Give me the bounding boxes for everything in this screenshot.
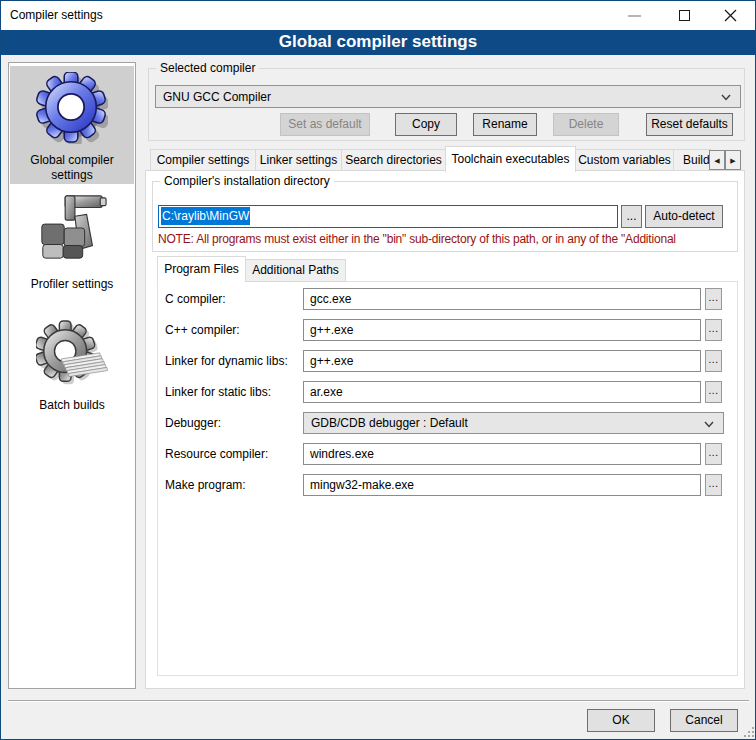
installation-directory-input[interactable]: C:\raylib\MinGW (158, 205, 618, 228)
linker-static-browse-button[interactable]: ... (705, 381, 722, 403)
debugger-select[interactable]: GDB/CDB debugger : Default (303, 412, 724, 434)
window-title: Compiler settings (10, 1, 103, 30)
set-as-default-button[interactable]: Set as default (280, 113, 370, 136)
debugger-label: Debugger: (165, 412, 301, 434)
sidebar-item-batch-builds[interactable]: Batch builds (9, 318, 135, 413)
c-compiler-label: C compiler: (165, 288, 301, 310)
cpp-compiler-browse-button[interactable]: ... (705, 319, 722, 341)
subtab-additional-paths[interactable]: Additional Paths (245, 259, 346, 282)
compiler-settings-dialog: Compiler settings Global compiler settin… (0, 0, 756, 740)
title-bar: Compiler settings (1, 1, 755, 30)
cancel-button[interactable]: Cancel (670, 709, 738, 732)
gear-stack-icon (36, 320, 108, 392)
selected-compiler-group-label: Selected compiler (156, 61, 259, 76)
dialog-header: Global compiler settings (1, 30, 755, 55)
minimize-icon (628, 15, 641, 17)
debugger-select-value: GDB/CDB debugger : Default (311, 416, 468, 430)
linker-static-input[interactable] (303, 381, 701, 403)
chevron-down-icon (704, 421, 714, 428)
c-compiler-input[interactable] (303, 288, 701, 310)
cpp-compiler-label: C++ compiler: (165, 319, 301, 341)
close-button[interactable] (715, 1, 745, 30)
maximize-button[interactable] (669, 1, 699, 30)
linker-dynamic-browse-button[interactable]: ... (705, 350, 722, 372)
footer-divider-highlight (8, 701, 749, 702)
directory-note: NOTE: All programs must exist either in … (158, 232, 724, 247)
sidebar-item-global-compiler-settings[interactable]: Global compiler settings (9, 66, 135, 184)
compiler-select[interactable]: GNU GCC Compiler (155, 85, 741, 108)
installation-directory-value: C:\raylib\MinGW (161, 207, 250, 225)
resource-compiler-input[interactable] (303, 443, 701, 465)
autodetect-button[interactable]: Auto-detect (645, 205, 723, 228)
tab-compiler-settings[interactable]: Compiler settings (150, 149, 256, 171)
sidebar-item-profiler-settings[interactable]: Profiler settings (9, 189, 135, 294)
c-compiler-browse-button[interactable]: ... (705, 288, 722, 310)
linker-dynamic-input[interactable] (303, 350, 701, 372)
reset-defaults-button[interactable]: Reset defaults (646, 113, 733, 136)
maximize-icon (679, 10, 690, 21)
tab-scroll-right-button[interactable]: ▶ (725, 150, 741, 170)
resource-compiler-browse-button[interactable]: ... (705, 443, 722, 465)
ok-button[interactable]: OK (587, 709, 655, 732)
minimize-button[interactable] (619, 1, 649, 30)
sidebar-item-label: Profiler settings (9, 277, 135, 292)
browse-directory-button[interactable]: ... (621, 205, 642, 228)
rename-button[interactable]: Rename (473, 113, 537, 136)
tab-custom-variables[interactable]: Custom variables (575, 149, 674, 171)
sidebar: Global compiler settings (8, 62, 136, 689)
delete-button[interactable]: Delete (553, 113, 619, 136)
gear-blue-icon (36, 72, 108, 144)
installation-directory-group-label: Compiler's installation directory (160, 174, 334, 189)
copy-button[interactable]: Copy (395, 113, 457, 136)
compiler-select-value: GNU GCC Compiler (163, 90, 271, 104)
resize-grip[interactable] (742, 723, 754, 737)
linker-static-label: Linker for static libs: (165, 381, 301, 403)
tab-build-options[interactable]: Build options (673, 149, 711, 171)
chevron-down-icon (721, 94, 731, 101)
sidebar-item-label: Batch builds (9, 398, 135, 413)
caliper-icon (36, 191, 108, 263)
make-program-input[interactable] (303, 474, 701, 496)
tab-scroll-left-button[interactable]: ◀ (709, 150, 725, 170)
tab-toolchain-executables[interactable]: Toolchain executables (445, 146, 576, 172)
close-icon (724, 9, 737, 22)
tab-linker-settings[interactable]: Linker settings (255, 149, 342, 171)
subtab-program-files[interactable]: Program Files (157, 256, 246, 282)
resource-compiler-label: Resource compiler: (165, 443, 301, 465)
make-program-label: Make program: (165, 474, 301, 496)
linker-dynamic-label: Linker for dynamic libs: (165, 350, 301, 372)
sidebar-item-label: Global compiler settings (9, 153, 135, 183)
cpp-compiler-input[interactable] (303, 319, 701, 341)
make-program-browse-button[interactable]: ... (705, 474, 722, 496)
tab-search-directories[interactable]: Search directories (341, 149, 446, 171)
